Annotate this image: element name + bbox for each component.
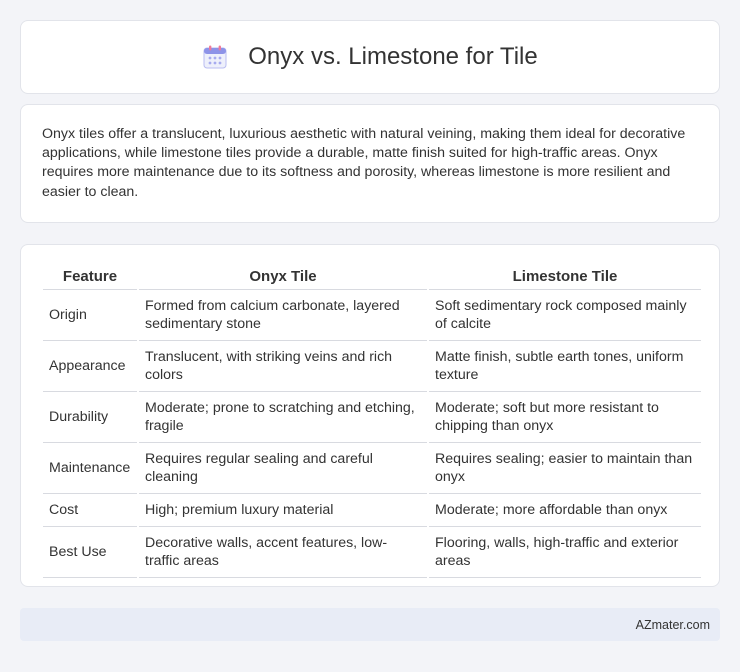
column-header-onyx: Onyx Tile bbox=[139, 263, 427, 290]
row-onyx-cell: Requires regular sealing and careful cle… bbox=[139, 443, 427, 494]
row-limestone-cell: Moderate; more affordable than onyx bbox=[429, 494, 701, 527]
table-row: Maintenance Requires regular sealing and… bbox=[43, 443, 701, 494]
row-limestone-cell: Matte finish, subtle earth tones, unifor… bbox=[429, 341, 701, 392]
page-title: Onyx vs. Limestone for Tile bbox=[248, 43, 538, 70]
header-card: Onyx vs. Limestone for Tile bbox=[20, 20, 720, 94]
table-row: Origin Formed from calcium carbonate, la… bbox=[43, 290, 701, 341]
row-feature-cell: Maintenance bbox=[43, 443, 137, 494]
row-onyx-cell: Decorative walls, accent features, low-t… bbox=[139, 527, 427, 578]
row-onyx-cell: High; premium luxury material bbox=[139, 494, 427, 527]
calendar-icon bbox=[202, 44, 228, 70]
row-limestone-cell: Soft sedimentary rock composed mainly of… bbox=[429, 290, 701, 341]
footer-site-link[interactable]: AZmater.com bbox=[636, 618, 710, 632]
comparison-table: Feature Onyx Tile Limestone Tile Origin … bbox=[41, 263, 703, 578]
row-onyx-cell: Moderate; prone to scratching and etchin… bbox=[139, 392, 427, 443]
intro-card: Onyx tiles offer a translucent, luxuriou… bbox=[20, 104, 720, 223]
row-feature-cell: Appearance bbox=[43, 341, 137, 392]
row-limestone-cell: Moderate; soft but more resistant to chi… bbox=[429, 392, 701, 443]
table-row: Cost High; premium luxury material Moder… bbox=[43, 494, 701, 527]
table-row: Durability Moderate; prone to scratching… bbox=[43, 392, 701, 443]
row-feature-cell: Origin bbox=[43, 290, 137, 341]
table-row: Best Use Decorative walls, accent featur… bbox=[43, 527, 701, 578]
row-feature-cell: Best Use bbox=[43, 527, 137, 578]
comparison-card: Feature Onyx Tile Limestone Tile Origin … bbox=[20, 244, 720, 587]
row-feature-cell: Cost bbox=[43, 494, 137, 527]
column-header-feature: Feature bbox=[43, 263, 137, 290]
row-feature-cell: Durability bbox=[43, 392, 137, 443]
footer-bar: AZmater.com bbox=[20, 608, 720, 641]
row-limestone-cell: Requires sealing; easier to maintain tha… bbox=[429, 443, 701, 494]
table-header-row: Feature Onyx Tile Limestone Tile bbox=[43, 263, 701, 290]
column-header-limestone: Limestone Tile bbox=[429, 263, 701, 290]
row-limestone-cell: Flooring, walls, high-traffic and exteri… bbox=[429, 527, 701, 578]
title-wrap: Onyx vs. Limestone for Tile bbox=[202, 43, 538, 71]
intro-paragraph: Onyx tiles offer a translucent, luxuriou… bbox=[42, 126, 686, 200]
table-row: Appearance Translucent, with striking ve… bbox=[43, 341, 701, 392]
row-onyx-cell: Formed from calcium carbonate, layered s… bbox=[139, 290, 427, 341]
row-onyx-cell: Translucent, with striking veins and ric… bbox=[139, 341, 427, 392]
